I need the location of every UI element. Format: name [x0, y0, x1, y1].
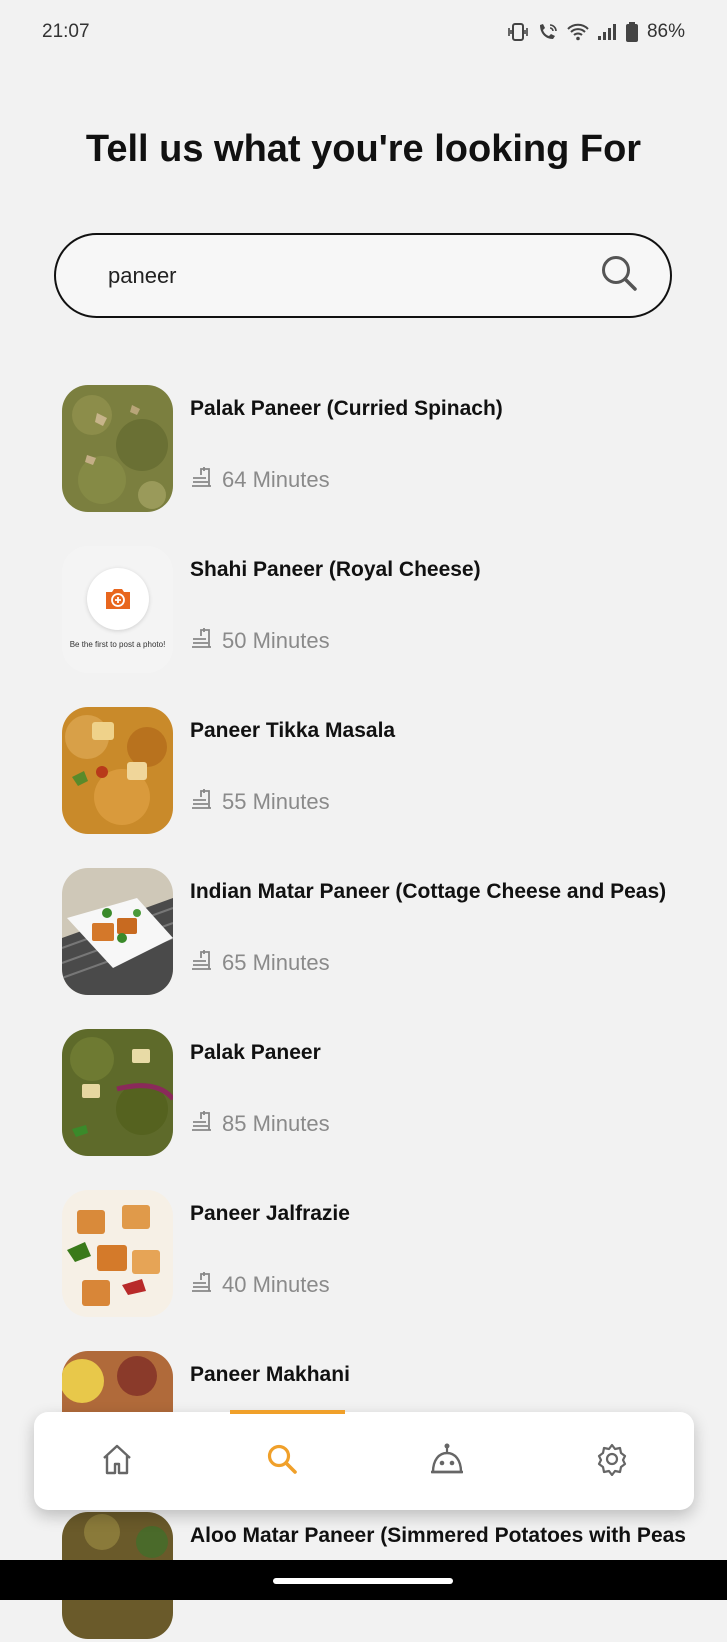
wifi-call-icon	[537, 23, 559, 41]
recipe-photo	[62, 707, 173, 834]
recipe-title: Indian Matar Paneer (Cottage Cheese and …	[190, 880, 667, 903]
search-bar[interactable]	[54, 233, 672, 318]
recipe-title: Palak Paneer	[190, 1041, 321, 1064]
cooking-time-icon	[190, 465, 214, 495]
recipe-time: 40 Minutes	[190, 1270, 330, 1300]
search-icon[interactable]	[600, 254, 638, 297]
recipe-photo	[62, 1029, 173, 1156]
battery-icon	[625, 22, 639, 42]
battery-level: 86%	[646, 21, 685, 42]
bottom-navigation	[34, 1412, 694, 1510]
recipe-time: 55 Minutes	[190, 787, 330, 817]
nav-settings[interactable]	[572, 1426, 652, 1496]
search-icon[interactable]	[265, 1442, 299, 1481]
recipe-item[interactable]: Be the first to post a photo! Shahi Pane…	[62, 546, 702, 676]
recipe-title: Aloo Matar Paneer (Simmered Potatoes wit…	[190, 1524, 686, 1547]
cooking-time-icon	[190, 787, 214, 817]
nav-assistant[interactable]	[407, 1426, 487, 1496]
recipe-item[interactable]: Indian Matar Paneer (Cottage Cheese and …	[62, 868, 702, 998]
recipe-time: 85 Minutes	[190, 1109, 330, 1139]
nav-home[interactable]	[77, 1426, 157, 1496]
status-time: 21:07	[42, 21, 90, 42]
recipe-item[interactable]: Palak Paneer 85 Minutes	[62, 1029, 702, 1159]
recipe-item[interactable]: Paneer Tikka Masala 55 Minutes	[62, 707, 702, 837]
recipe-time: 64 Minutes	[190, 465, 330, 495]
page-title: Tell us what you're looking For	[85, 128, 642, 170]
add-photo-caption: Be the first to post a photo!	[69, 640, 166, 649]
recipe-title: Shahi Paneer (Royal Cheese)	[190, 558, 481, 581]
recipe-title: Paneer Tikka Masala	[190, 719, 396, 742]
cooking-time-icon	[190, 626, 214, 656]
recipe-time: 65 Minutes	[190, 948, 330, 978]
wifi-icon	[567, 23, 589, 41]
cooking-time-icon	[190, 1270, 214, 1300]
recipe-time: 50 Minutes	[190, 626, 330, 656]
recipe-photo	[62, 868, 173, 995]
recipe-item[interactable]: Palak Paneer (Curried Spinach) 64 Minute…	[62, 385, 702, 515]
recipe-title: Paneer Jalfrazie	[190, 1202, 350, 1225]
status-icons: 86%	[507, 21, 685, 43]
cooking-time-icon	[190, 1109, 214, 1139]
recipe-photo	[62, 1190, 173, 1317]
recipe-item[interactable]: Paneer Jalfrazie 40 Minutes	[62, 1190, 702, 1320]
signal-icon	[597, 23, 617, 41]
cooking-time-icon	[190, 948, 214, 978]
home-icon[interactable]	[100, 1442, 134, 1481]
home-gesture-handle[interactable]	[273, 1578, 453, 1584]
settings-icon[interactable]	[595, 1442, 629, 1481]
status-bar: 21:07 86%	[0, 0, 727, 64]
add-photo-icon[interactable]	[87, 568, 149, 630]
active-tab-indicator	[230, 1410, 345, 1414]
recipe-photo	[62, 385, 173, 512]
nav-search[interactable]	[242, 1426, 322, 1496]
recipe-title: Paneer Makhani	[190, 1363, 350, 1386]
vibrate-icon	[507, 23, 529, 41]
robot-icon[interactable]	[429, 1442, 465, 1481]
search-input[interactable]	[106, 261, 570, 290]
recipe-photo-placeholder[interactable]: Be the first to post a photo!	[62, 546, 173, 673]
recipe-title: Palak Paneer (Curried Spinach)	[190, 397, 503, 420]
